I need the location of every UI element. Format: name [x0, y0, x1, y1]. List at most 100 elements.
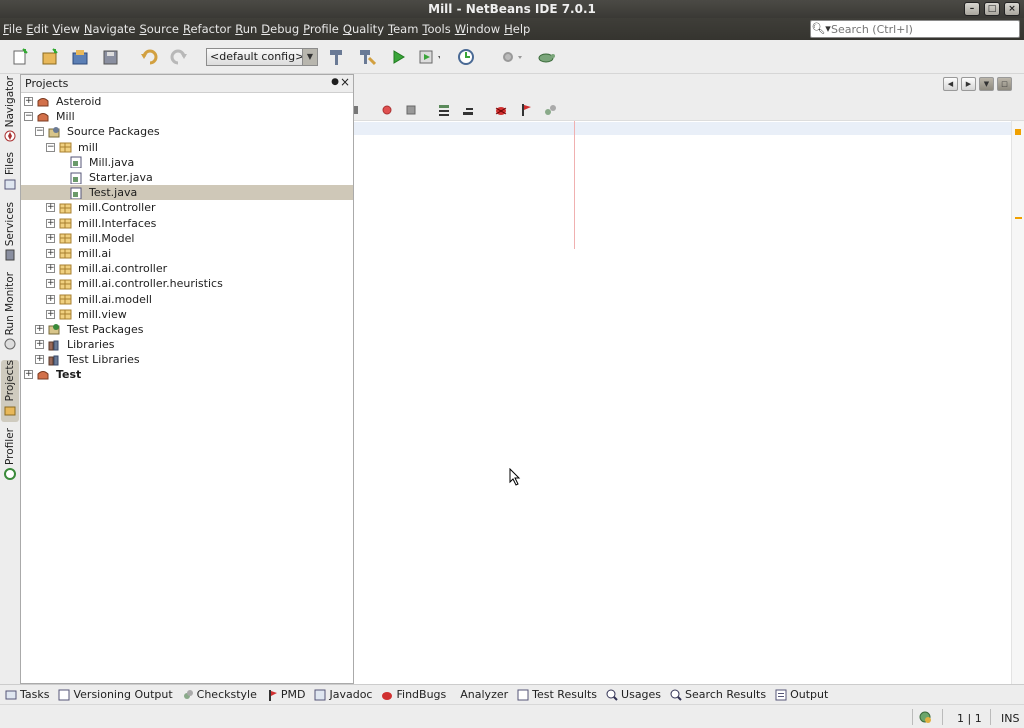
- gear-icon[interactable]: [500, 47, 522, 67]
- tab-output[interactable]: Output: [775, 688, 828, 701]
- expand-icon[interactable]: +: [35, 324, 44, 334]
- expand-icon[interactable]: +: [35, 355, 44, 365]
- save-all-icon[interactable]: [100, 47, 122, 67]
- expand-icon[interactable]: +: [46, 203, 55, 213]
- tab-pmd[interactable]: PMD: [266, 688, 305, 701]
- tree-node-mill[interactable]: − mill: [21, 140, 353, 155]
- tree-node-asteroid[interactable]: + Asteroid: [21, 94, 353, 109]
- collapse-icon[interactable]: −: [24, 112, 33, 122]
- tab-usages[interactable]: Usages: [606, 688, 661, 701]
- tree-node-test[interactable]: + Test: [21, 367, 353, 382]
- expand-icon[interactable]: +: [46, 233, 55, 243]
- comment-icon[interactable]: [437, 103, 451, 117]
- redo-icon[interactable]: [168, 47, 190, 67]
- menu-navigate[interactable]: Navigate: [83, 22, 139, 36]
- tree-node-mill-ai[interactable]: + mill.ai: [21, 246, 353, 261]
- build-hammer-icon[interactable]: [325, 47, 347, 67]
- expand-icon[interactable]: +: [46, 264, 55, 274]
- debug-icon[interactable]: [418, 47, 440, 67]
- scroll-left-icon[interactable]: ◀: [943, 77, 958, 91]
- tab-javadoc[interactable]: Javadoc: [314, 688, 372, 701]
- tree-node-mill-interfaces[interactable]: + mill.Interfaces: [21, 216, 353, 231]
- maximize-icon[interactable]: □: [997, 77, 1012, 91]
- tab-analyzer[interactable]: Analyzer: [460, 688, 508, 701]
- menu-help[interactable]: Help: [503, 22, 533, 36]
- expand-icon[interactable]: +: [46, 218, 55, 228]
- close-panel-button[interactable]: ×: [340, 75, 350, 89]
- tree-node-libraries[interactable]: + Libraries: [21, 337, 353, 352]
- tree-node-mill-ai-controller[interactable]: + mill.ai.controller: [21, 261, 353, 276]
- undo-icon[interactable]: [138, 47, 160, 67]
- clean-build-icon[interactable]: [356, 47, 378, 67]
- tree-node-starter-java[interactable]: Starter.java: [21, 170, 353, 185]
- maximize-window-button[interactable]: □: [984, 2, 1000, 16]
- tree-node-test-packages[interactable]: + Test Packages: [21, 322, 353, 337]
- side-tab-files[interactable]: Files: [1, 152, 19, 198]
- menu-team[interactable]: Team: [387, 22, 421, 36]
- expand-icon[interactable]: +: [46, 248, 55, 258]
- menu-source[interactable]: Source: [138, 22, 182, 36]
- collapse-icon[interactable]: −: [46, 142, 55, 152]
- menu-tools[interactable]: Tools: [421, 22, 453, 36]
- menu-file[interactable]: File: [2, 22, 25, 36]
- expand-icon[interactable]: +: [24, 97, 33, 107]
- search-icon[interactable]: 🔍︎▾: [811, 21, 831, 37]
- menu-refactor[interactable]: Refactor: [182, 22, 234, 36]
- annotation-status-icon[interactable]: [1015, 129, 1021, 135]
- minimize-panel-button[interactable]: ●: [331, 77, 339, 87]
- tab-checkstyle[interactable]: Checkstyle: [182, 688, 257, 701]
- menu-profile[interactable]: Profile: [302, 22, 342, 36]
- record-icon[interactable]: [380, 103, 394, 117]
- tree-node-mill[interactable]: − Mill: [21, 109, 353, 124]
- config-select[interactable]: <default config> ▼: [206, 48, 318, 66]
- close-window-button[interactable]: ×: [1004, 2, 1020, 16]
- side-tab-services[interactable]: Services: [1, 202, 19, 264]
- new-file-icon[interactable]: [9, 47, 31, 67]
- notification-globe-icon[interactable]: [919, 711, 932, 724]
- tree-node-mill-controller[interactable]: + mill.Controller: [21, 200, 353, 215]
- chevron-down-icon[interactable]: ▼: [302, 49, 317, 65]
- tree-node-source-packages[interactable]: − Source Packages: [21, 124, 353, 139]
- error-stripe[interactable]: [1011, 121, 1024, 684]
- run-icon[interactable]: [387, 47, 409, 67]
- expand-icon[interactable]: +: [24, 370, 33, 380]
- expand-icon[interactable]: +: [35, 340, 44, 350]
- turtle-icon[interactable]: [535, 47, 557, 67]
- shift-left-icon[interactable]: [354, 103, 368, 117]
- tab-findbugs[interactable]: FindBugs: [381, 688, 446, 701]
- document-list-icon[interactable]: ▼: [979, 77, 994, 91]
- tree-node-mill-java[interactable]: Mill.java: [21, 155, 353, 170]
- uncomment-icon[interactable]: [461, 103, 475, 117]
- menu-window[interactable]: Window: [454, 22, 503, 36]
- macro-icon[interactable]: [543, 103, 557, 117]
- stop-icon[interactable]: [404, 103, 418, 117]
- tab-test-results[interactable]: Test Results: [517, 688, 597, 701]
- side-tab-projects[interactable]: Projects: [1, 360, 19, 422]
- tree-node-test-java[interactable]: Test.java: [21, 185, 353, 201]
- flag-icon[interactable]: [519, 103, 533, 117]
- menu-edit[interactable]: Edit: [25, 22, 51, 36]
- menu-debug[interactable]: Debug: [260, 22, 302, 36]
- open-project-icon[interactable]: [69, 47, 91, 67]
- menu-run[interactable]: Run: [234, 22, 260, 36]
- expand-icon[interactable]: +: [46, 294, 55, 304]
- tree-node-mill-ai-controller-heuristics[interactable]: + mill.ai.controller.heuristics: [21, 276, 353, 291]
- annotation-mark[interactable]: [1015, 217, 1022, 219]
- expand-icon[interactable]: +: [46, 279, 55, 289]
- side-tab-profiler[interactable]: Profiler: [1, 428, 19, 484]
- tree-node-mill-ai-modell[interactable]: + mill.ai.modell: [21, 291, 353, 306]
- minimize-window-button[interactable]: –: [964, 2, 980, 16]
- tree-node-test-libraries[interactable]: + Test Libraries: [21, 352, 353, 367]
- side-tab-navigator[interactable]: Navigator: [1, 76, 19, 146]
- collapse-icon[interactable]: −: [35, 127, 44, 137]
- tab-tasks[interactable]: Tasks: [5, 688, 49, 701]
- bug-icon[interactable]: [494, 103, 508, 117]
- profile-icon[interactable]: [457, 47, 479, 67]
- expand-icon[interactable]: +: [46, 309, 55, 319]
- tree-node-mill-model[interactable]: + mill.Model: [21, 231, 353, 246]
- quick-search[interactable]: 🔍︎▾: [810, 20, 1020, 38]
- menu-quality[interactable]: Quality: [342, 22, 387, 36]
- tree-node-mill-view[interactable]: + mill.view: [21, 307, 353, 322]
- side-tab-run-monitor[interactable]: Run Monitor: [1, 272, 19, 352]
- code-editor[interactable]: [354, 121, 1011, 684]
